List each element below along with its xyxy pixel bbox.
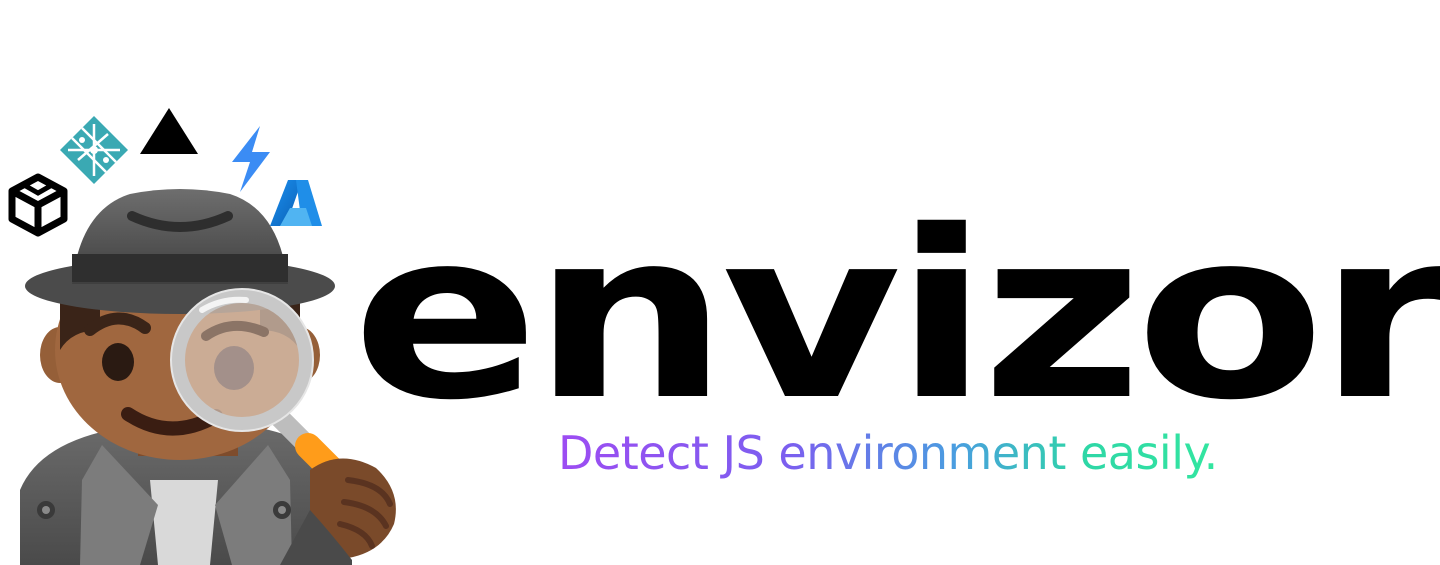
banner: envizor Detect JS environment easily. xyxy=(0,0,1440,565)
vercel-icon xyxy=(140,108,198,154)
brand-wordmark: envizor xyxy=(352,181,1440,451)
netlify-icon xyxy=(60,116,128,184)
tagline: Detect JS environment easily. xyxy=(558,426,1218,480)
